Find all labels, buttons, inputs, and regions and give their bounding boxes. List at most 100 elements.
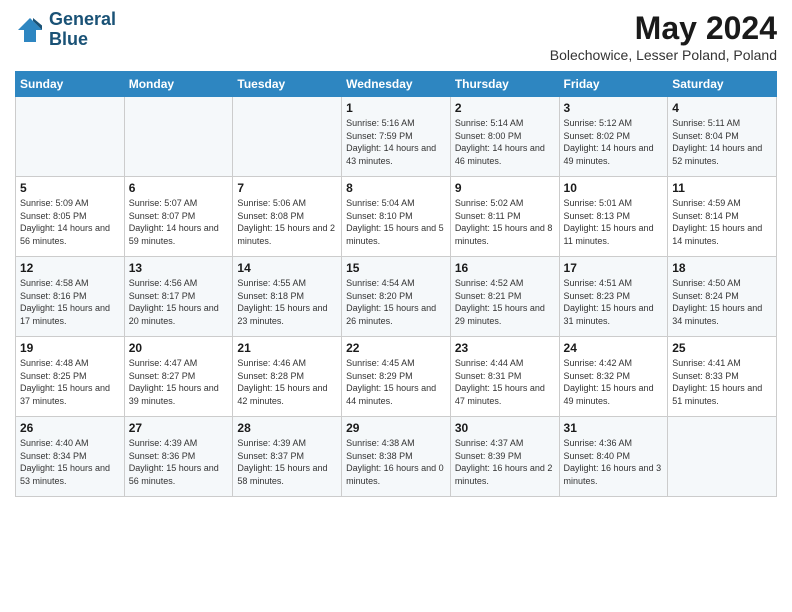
cell-0-1 <box>124 97 233 177</box>
day-info-2-4: Sunrise: 4:52 AMSunset: 8:21 PMDaylight:… <box>455 277 555 327</box>
day-number-2-5: 17 <box>564 261 664 275</box>
day-info-1-1: Sunrise: 5:07 AMSunset: 8:07 PMDaylight:… <box>129 197 229 247</box>
day-number-1-1: 6 <box>129 181 229 195</box>
cell-1-4: 9 Sunrise: 5:02 AMSunset: 8:11 PMDaylight… <box>450 177 559 257</box>
day-info-3-4: Sunrise: 4:44 AMSunset: 8:31 PMDaylight:… <box>455 357 555 407</box>
cell-2-6: 18Sunrise: 4:50 AMSunset: 8:24 PMDayligh… <box>668 257 777 337</box>
week-row-1: 5 Sunrise: 5:09 AMSunset: 8:05 PMDaylight… <box>16 177 777 257</box>
day-info-3-3: Sunrise: 4:45 AMSunset: 8:29 PMDaylight:… <box>346 357 446 407</box>
day-info-1-5: Sunrise: 5:01 AMSunset: 8:13 PMDaylight:… <box>564 197 664 247</box>
cell-0-2 <box>233 97 342 177</box>
day-number-3-0: 19 <box>20 341 120 355</box>
col-monday: Monday <box>124 72 233 97</box>
day-number-4-1: 27 <box>129 421 229 435</box>
cell-3-0: 19 Sunrise: 4:48 AMSunset: 8:25 PMDayligh… <box>16 337 125 417</box>
cell-1-2: 7 Sunrise: 5:06 AMSunset: 8:08 PMDaylight… <box>233 177 342 257</box>
col-thursday: Thursday <box>450 72 559 97</box>
cell-1-3: 8Sunrise: 5:04 AMSunset: 8:10 PMDaylight… <box>342 177 451 257</box>
day-number-3-1: 20 <box>129 341 229 355</box>
week-row-3: 19 Sunrise: 4:48 AMSunset: 8:25 PMDayligh… <box>16 337 777 417</box>
day-number-0-4: 2 <box>455 101 555 115</box>
location: Bolechowice, Lesser Poland, Poland <box>550 47 777 63</box>
col-sunday: Sunday <box>16 72 125 97</box>
day-info-1-0: Sunrise: 5:09 AMSunset: 8:05 PMDaylight:… <box>20 197 120 247</box>
cell-4-1: 27 Sunrise: 4:39 AMSunset: 8:36 PMDayligh… <box>124 417 233 497</box>
calendar-body: 1 Sunrise: 5:16 AMSunset: 7:59 PMDaylight… <box>16 97 777 497</box>
day-info-0-5: Sunrise: 5:12 AMSunset: 8:02 PMDaylight:… <box>564 117 664 167</box>
day-info-1-6: Sunrise: 4:59 AMSunset: 8:14 PMDaylight:… <box>672 197 772 247</box>
cell-4-0: 26Sunrise: 4:40 AMSunset: 8:34 PMDayligh… <box>16 417 125 497</box>
calendar-table: Sunday Monday Tuesday Wednesday Thursday… <box>15 71 777 497</box>
cell-4-4: 30 Sunrise: 4:37 AMSunset: 8:39 PMDayligh… <box>450 417 559 497</box>
day-number-3-5: 24 <box>564 341 664 355</box>
day-number-1-6: 11 <box>672 181 772 195</box>
cell-2-5: 17 Sunrise: 4:51 AMSunset: 8:23 PMDayligh… <box>559 257 668 337</box>
day-info-2-0: Sunrise: 4:58 AMSunset: 8:16 PMDaylight:… <box>20 277 120 327</box>
day-info-1-3: Sunrise: 5:04 AMSunset: 8:10 PMDaylight:… <box>346 197 446 247</box>
logo-icon <box>15 15 45 45</box>
day-number-3-3: 22 <box>346 341 446 355</box>
day-info-4-4: Sunrise: 4:37 AMSunset: 8:39 PMDaylight:… <box>455 437 555 487</box>
cell-0-4: 2 Sunrise: 5:14 AMSunset: 8:00 PMDaylight… <box>450 97 559 177</box>
col-friday: Friday <box>559 72 668 97</box>
day-number-3-2: 21 <box>237 341 337 355</box>
day-info-3-2: Sunrise: 4:46 AMSunset: 8:28 PMDaylight:… <box>237 357 337 407</box>
day-number-2-2: 14 <box>237 261 337 275</box>
day-number-0-6: 4 <box>672 101 772 115</box>
cell-3-6: 25 Sunrise: 4:41 AMSunset: 8:33 PMDayligh… <box>668 337 777 417</box>
header-row: Sunday Monday Tuesday Wednesday Thursday… <box>16 72 777 97</box>
week-row-2: 12Sunrise: 4:58 AMSunset: 8:16 PMDayligh… <box>16 257 777 337</box>
cell-1-1: 6 Sunrise: 5:07 AMSunset: 8:07 PMDaylight… <box>124 177 233 257</box>
day-number-1-4: 9 <box>455 181 555 195</box>
week-row-4: 26Sunrise: 4:40 AMSunset: 8:34 PMDayligh… <box>16 417 777 497</box>
cell-4-3: 29Sunrise: 4:38 AMSunset: 8:38 PMDayligh… <box>342 417 451 497</box>
day-info-2-1: Sunrise: 4:56 AMSunset: 8:17 PMDaylight:… <box>129 277 229 327</box>
day-number-4-3: 29 <box>346 421 446 435</box>
cell-0-3: 1 Sunrise: 5:16 AMSunset: 7:59 PMDaylight… <box>342 97 451 177</box>
day-number-1-0: 5 <box>20 181 120 195</box>
day-info-1-2: Sunrise: 5:06 AMSunset: 8:08 PMDaylight:… <box>237 197 337 247</box>
cell-1-5: 10Sunrise: 5:01 AMSunset: 8:13 PMDayligh… <box>559 177 668 257</box>
cell-0-6: 4 Sunrise: 5:11 AMSunset: 8:04 PMDaylight… <box>668 97 777 177</box>
cell-4-6 <box>668 417 777 497</box>
day-number-2-3: 15 <box>346 261 446 275</box>
day-number-1-2: 7 <box>237 181 337 195</box>
day-info-0-4: Sunrise: 5:14 AMSunset: 8:00 PMDaylight:… <box>455 117 555 167</box>
cell-1-0: 5 Sunrise: 5:09 AMSunset: 8:05 PMDaylight… <box>16 177 125 257</box>
day-info-2-2: Sunrise: 4:55 AMSunset: 8:18 PMDaylight:… <box>237 277 337 327</box>
cell-2-4: 16 Sunrise: 4:52 AMSunset: 8:21 PMDayligh… <box>450 257 559 337</box>
day-info-3-6: Sunrise: 4:41 AMSunset: 8:33 PMDaylight:… <box>672 357 772 407</box>
col-wednesday: Wednesday <box>342 72 451 97</box>
cell-0-0 <box>16 97 125 177</box>
col-saturday: Saturday <box>668 72 777 97</box>
cell-0-5: 3 Sunrise: 5:12 AMSunset: 8:02 PMDaylight… <box>559 97 668 177</box>
day-number-4-4: 30 <box>455 421 555 435</box>
day-number-0-5: 3 <box>564 101 664 115</box>
day-info-4-2: Sunrise: 4:39 AMSunset: 8:37 PMDaylight:… <box>237 437 337 487</box>
day-info-1-4: Sunrise: 5:02 AMSunset: 8:11 PMDaylight:… <box>455 197 555 247</box>
cell-2-1: 13Sunrise: 4:56 AMSunset: 8:17 PMDayligh… <box>124 257 233 337</box>
day-number-4-5: 31 <box>564 421 664 435</box>
day-number-4-0: 26 <box>20 421 120 435</box>
day-number-2-4: 16 <box>455 261 555 275</box>
logo-text: General Blue <box>49 10 116 50</box>
day-number-2-6: 18 <box>672 261 772 275</box>
day-info-4-5: Sunrise: 4:36 AMSunset: 8:40 PMDaylight:… <box>564 437 664 487</box>
day-number-3-6: 25 <box>672 341 772 355</box>
day-info-3-0: Sunrise: 4:48 AMSunset: 8:25 PMDaylight:… <box>20 357 120 407</box>
day-info-2-5: Sunrise: 4:51 AMSunset: 8:23 PMDaylight:… <box>564 277 664 327</box>
month-title: May 2024 <box>550 10 777 47</box>
week-row-0: 1 Sunrise: 5:16 AMSunset: 7:59 PMDaylight… <box>16 97 777 177</box>
day-info-2-3: Sunrise: 4:54 AMSunset: 8:20 PMDaylight:… <box>346 277 446 327</box>
cell-2-0: 12Sunrise: 4:58 AMSunset: 8:16 PMDayligh… <box>16 257 125 337</box>
day-info-0-3: Sunrise: 5:16 AMSunset: 7:59 PMDaylight:… <box>346 117 446 167</box>
cell-1-6: 11 Sunrise: 4:59 AMSunset: 8:14 PMDayligh… <box>668 177 777 257</box>
cell-4-5: 31 Sunrise: 4:36 AMSunset: 8:40 PMDayligh… <box>559 417 668 497</box>
day-info-4-1: Sunrise: 4:39 AMSunset: 8:36 PMDaylight:… <box>129 437 229 487</box>
day-info-3-1: Sunrise: 4:47 AMSunset: 8:27 PMDaylight:… <box>129 357 229 407</box>
calendar-header: Sunday Monday Tuesday Wednesday Thursday… <box>16 72 777 97</box>
day-info-0-6: Sunrise: 5:11 AMSunset: 8:04 PMDaylight:… <box>672 117 772 167</box>
cell-2-3: 15 Sunrise: 4:54 AMSunset: 8:20 PMDayligh… <box>342 257 451 337</box>
col-tuesday: Tuesday <box>233 72 342 97</box>
day-number-0-3: 1 <box>346 101 446 115</box>
